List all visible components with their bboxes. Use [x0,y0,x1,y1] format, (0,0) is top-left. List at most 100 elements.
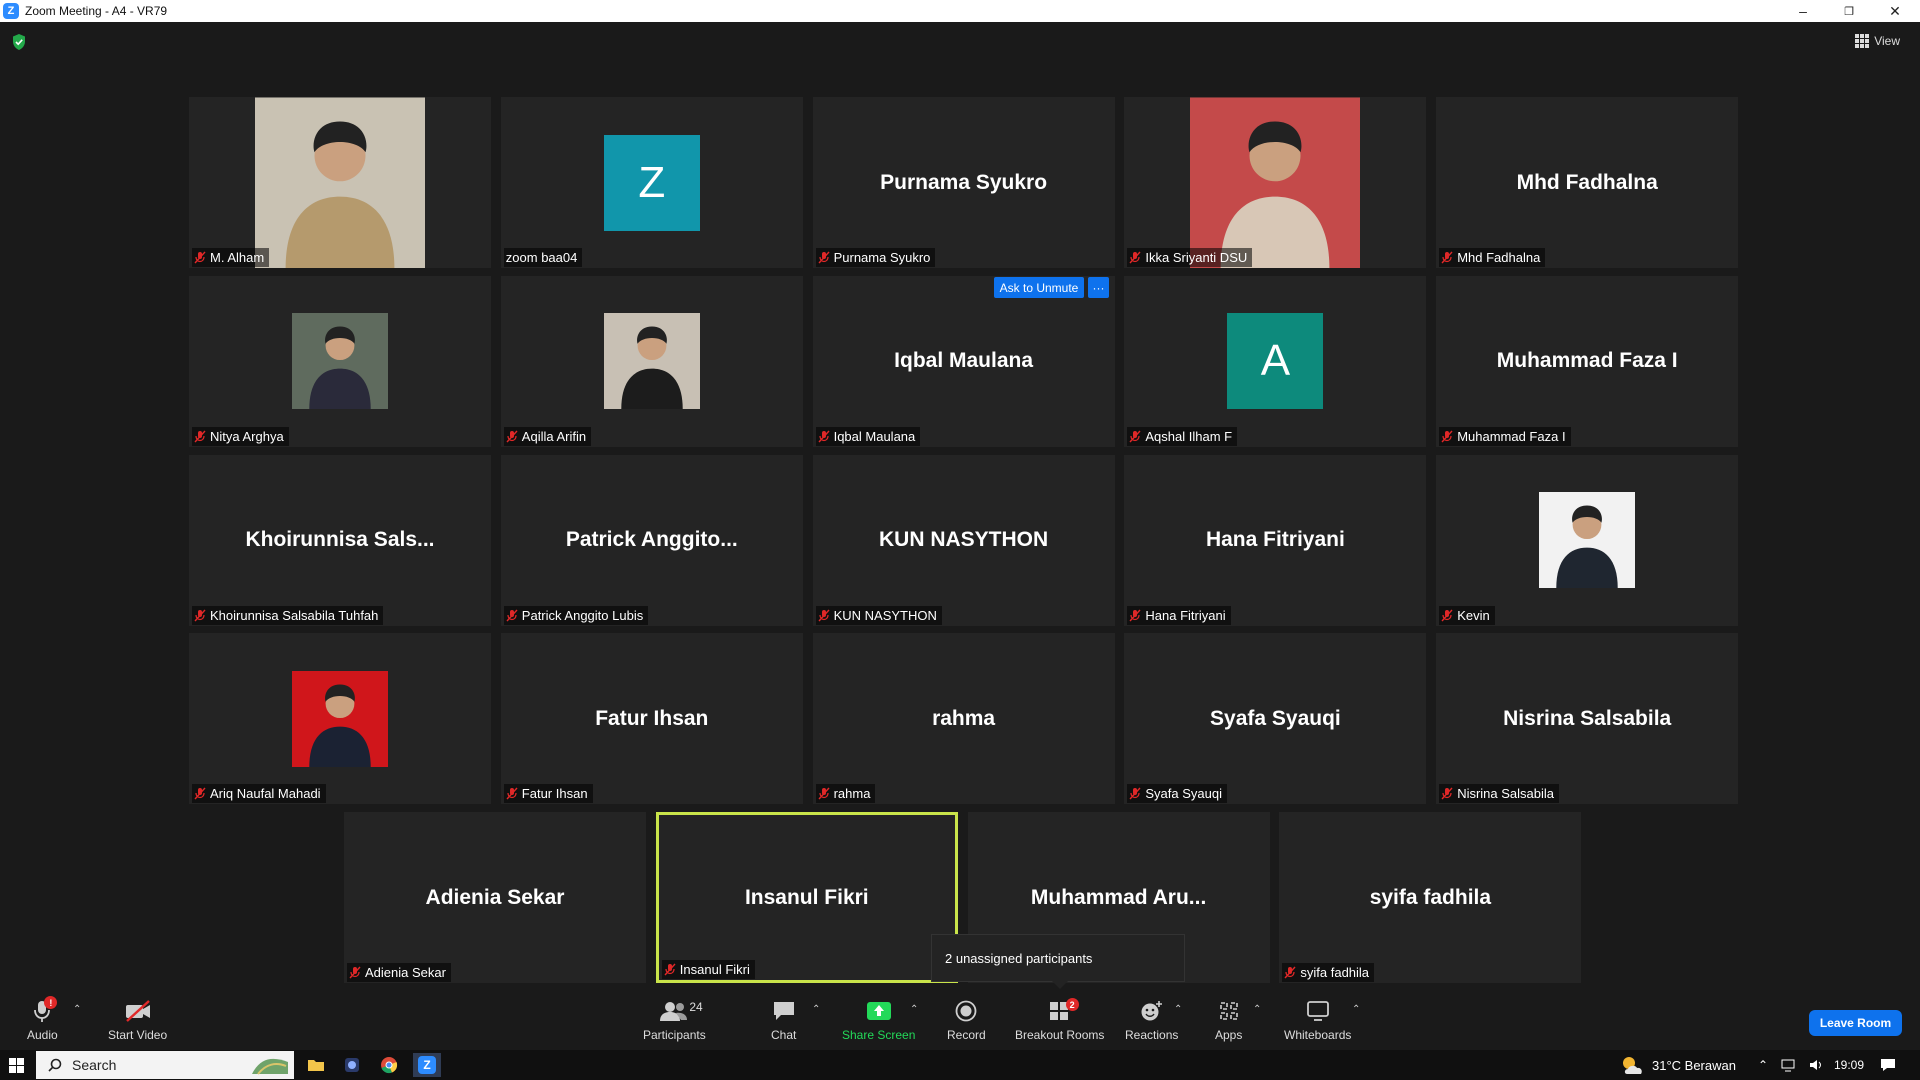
window-title: Zoom Meeting - A4 - VR79 [25,4,168,18]
video-tile[interactable]: KUN NASYTHON KUN NASYTHON [812,454,1115,626]
share-options-caret[interactable]: ⌃ [910,1004,918,1015]
participant-display-name: Adienia Sekar [425,885,565,909]
video-tile[interactable]: Purnama Syukro Purnama Syukro [812,97,1115,268]
video-tile[interactable]: Hana Fitriyani Hana Fitriyani [1124,454,1427,626]
participant-name: Aqshal Ilham F [1145,428,1233,444]
whiteboards-button[interactable]: Whiteboards [1284,998,1351,1042]
video-tile[interactable]: Patrick Anggito... Patrick Anggito Lubis [500,454,803,626]
video-tile[interactable]: Kevin [1436,454,1739,626]
leave-room-button[interactable]: Leave Room [1809,1010,1902,1036]
system-tray-icons[interactable]: ⌃ [1758,1050,1824,1080]
participant-display-name: Nisrina Salsabila [1503,706,1672,730]
audio-button[interactable]: ! Audio [27,996,58,1042]
muted-microphone-icon [664,963,676,976]
participant-name: Syafa Syauqi [1145,786,1222,802]
encryption-shield-icon[interactable] [12,34,26,50]
participant-name-label: Kevin [1439,605,1495,625]
share-screen-button[interactable]: Share Screen [842,998,915,1042]
audio-warning-badge: ! [44,996,58,1009]
chat-options-caret[interactable]: ⌃ [812,1004,820,1015]
breakout-tooltip: 2 unassigned participants [931,934,1185,982]
record-label: Record [947,1028,986,1042]
participants-label: Participants [643,1028,706,1042]
file-explorer-icon[interactable] [304,1053,328,1077]
video-tile[interactable]: Syafa Syauqi Syafa Syauqi [1124,633,1427,805]
microphone-icon: ! [32,996,58,1024]
taskbar-search-box[interactable]: Search [36,1051,294,1079]
weather-widget[interactable]: 31°C Berawan [1620,1050,1736,1080]
video-tile[interactable]: Insanul Fikri Insanul Fikri [655,812,958,984]
video-tile[interactable]: syifa fadhila syifa fadhila [1279,812,1582,984]
audio-options-caret[interactable]: ⌃ [73,1004,81,1015]
tray-chevron-icon[interactable]: ⌃ [1758,1058,1768,1072]
tile-more-options-button[interactable]: ··· [1088,277,1109,298]
video-tile[interactable]: Mhd Fadhalna Mhd Fadhalna [1436,97,1739,268]
zoom-taskbar-icon[interactable]: Z [413,1053,441,1077]
reactions-button[interactable]: Reactions [1125,998,1178,1042]
app-pinned-icon[interactable] [340,1053,364,1077]
record-button[interactable]: Record [947,998,986,1042]
restore-button[interactable]: ❐ [1826,0,1872,22]
weather-text: 31°C Berawan [1652,1057,1736,1073]
chrome-icon[interactable] [377,1053,401,1077]
video-tile[interactable]: rahma rahma [812,633,1115,805]
video-tile[interactable]: Muhammad Faza I Muhammad Faza I [1436,275,1739,447]
search-highlight-icon [252,1058,288,1075]
video-tile[interactable]: Ariq Naufal Mahadi [189,633,491,805]
video-tile[interactable]: Nitya Arghya [189,275,491,447]
breakout-rooms-badge: 2 [1065,998,1079,1011]
participant-name-label: Nisrina Salsabila [1439,784,1560,804]
participant-name: Nisrina Salsabila [1457,786,1555,802]
video-tile[interactable]: Nisrina Salsabila Nisrina Salsabila [1436,633,1739,805]
video-tile[interactable]: Iqbal Maulana Iqbal Maulana [812,275,1115,447]
notifications-icon[interactable] [1880,1050,1896,1080]
partly-cloudy-icon [1623,1057,1642,1074]
participant-name-label: syifa fadhila [1282,963,1375,983]
participant-display-name: Hana Fitriyani [1205,528,1345,552]
participant-name-label: Purnama Syukro [815,248,936,267]
start-video-button[interactable]: Start Video [108,998,167,1042]
participant-profile-photo [603,313,700,410]
participant-name: M. Alham [210,250,265,265]
video-tile[interactable]: Zzoom baa04 [500,97,803,268]
participant-name-label: Nitya Arghya [192,426,289,446]
minimize-button[interactable]: – [1780,0,1826,22]
video-tile[interactable]: Aqilla Arifin [500,275,803,447]
participant-name: Purnama Syukro [833,250,931,265]
video-tile[interactable]: Khoirunnisa Sals... Khoirunnisa Salsabila… [189,454,491,626]
participant-name: Patrick Anggito Lubis [521,607,644,623]
apps-options-caret[interactable]: ⌃ [1253,1004,1261,1015]
network-icon[interactable] [1780,1058,1796,1072]
whiteboards-options-caret[interactable]: ⌃ [1352,1004,1360,1015]
participant-name-label: Aqilla Arifin [503,426,592,446]
participant-name: Ariq Naufal Mahadi [210,786,321,802]
muted-microphone-icon [818,430,830,443]
muted-microphone-icon [1441,430,1453,443]
participant-avatar: A [1227,313,1324,410]
view-button[interactable]: View [1855,34,1900,48]
chat-button[interactable]: Chat [771,998,796,1042]
ask-to-unmute-button[interactable]: Ask to Unmute [994,277,1084,298]
participant-display-name: syifa fadhila [1369,885,1492,909]
muted-microphone-icon [194,609,206,622]
windows-start-icon[interactable] [9,1058,24,1073]
participants-button[interactable]: 24 Participants [643,998,706,1042]
reactions-options-caret[interactable]: ⌃ [1174,1004,1182,1015]
video-tile[interactable]: Fatur Ihsan Fatur Ihsan [500,633,803,805]
whiteboards-label: Whiteboards [1284,1028,1352,1042]
video-tile[interactable]: A Aqshal Ilham F [1124,275,1427,447]
participant-display-name: KUN NASYTHON [879,528,1049,552]
video-tile[interactable]: M. Alham [189,97,491,268]
video-tile[interactable]: Adienia Sekar Adienia Sekar [344,812,646,984]
participant-display-name: Patrick Anggito... [565,528,738,552]
volume-icon[interactable] [1808,1058,1824,1072]
video-tile[interactable]: Ikka Sriyanti DSU [1124,97,1427,268]
close-button[interactable]: ✕ [1872,0,1918,22]
participant-name: Khoirunnisa Salsabila Tuhfah [210,607,379,623]
breakout-rooms-button[interactable]: 2 Breakout Rooms [1015,998,1104,1042]
muted-microphone-icon [506,787,518,800]
clock[interactable]: 19:09 [1834,1050,1864,1080]
breakout-tooltip-text: 2 unassigned participants [945,950,1093,966]
apps-icon [1218,998,1240,1024]
apps-button[interactable]: Apps [1215,998,1242,1042]
